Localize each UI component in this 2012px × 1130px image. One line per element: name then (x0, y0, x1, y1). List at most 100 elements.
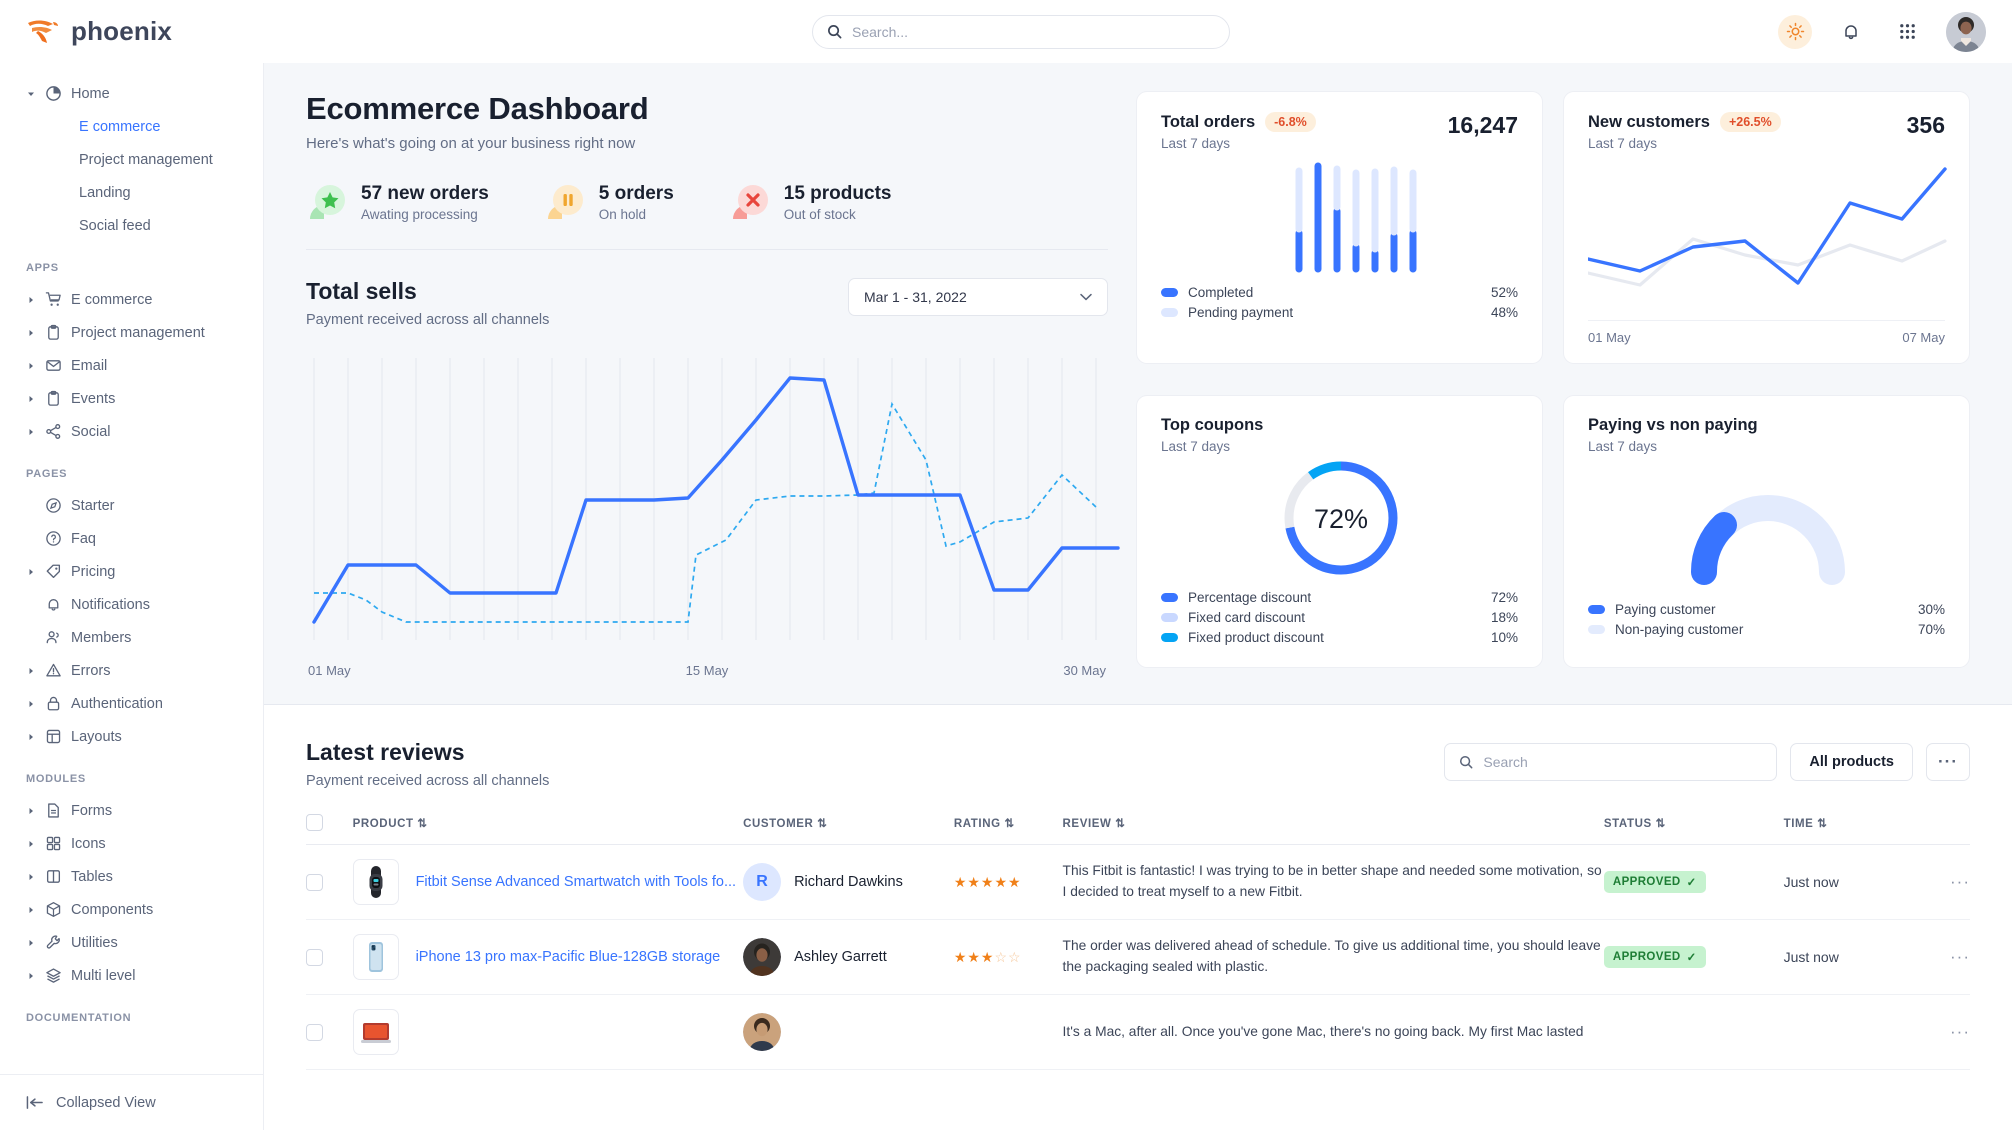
theme-toggle-button[interactable] (1778, 15, 1812, 49)
sidebar-subitem-ecommerce[interactable]: E commerce (0, 110, 263, 143)
row-checkbox[interactable] (306, 874, 323, 891)
axis-label-left: 01 May (1588, 330, 1631, 345)
sidebar-item-starter[interactable]: Starter (0, 489, 263, 522)
rating-stars: ★★★★★ (954, 874, 1022, 890)
grid-apps-icon (1898, 22, 1917, 41)
chevron-right-icon (26, 872, 35, 881)
column-header-customer-label: CUSTOMER (743, 818, 813, 830)
sidebar-group-documentation: DOCUMENTATION (0, 1012, 263, 1033)
sidebar-subitem-social-feed[interactable]: Social feed (0, 209, 263, 242)
sidebar-item-events[interactable]: Events (0, 382, 263, 415)
sidebar-item-notifications[interactable]: Notifications (0, 588, 263, 621)
sidebar-item-e-commerce-label: E commerce (71, 292, 152, 308)
customer-name: Richard Dawkins (794, 874, 903, 890)
column-header-review[interactable]: REVIEW ⇅ (1063, 814, 1604, 845)
select-all-checkbox[interactable] (306, 814, 323, 831)
sidebar-item-authentication[interactable]: Authentication (0, 687, 263, 720)
row-actions-button[interactable]: ··· (1914, 920, 1970, 995)
row-select-cell[interactable] (306, 845, 353, 920)
card-total-orders-title-row: Total orders -6.8% (1161, 112, 1316, 132)
product-link[interactable]: Fitbit Sense Advanced Smartwatch with To… (416, 874, 737, 890)
column-header-status[interactable]: STATUS ⇅ (1604, 814, 1784, 845)
select-all-header[interactable] (306, 814, 353, 845)
row-select-cell[interactable] (306, 920, 353, 995)
card-total-orders-title: Total orders (1161, 113, 1255, 132)
table-row[interactable]: iPhone 13 pro max-Pacific Blue-128GB sto… (306, 920, 1970, 995)
total-sells-chart: 01 May 15 May 30 May (306, 350, 1108, 678)
question-circle-icon (44, 530, 62, 548)
row-customer-cell: Ashley Garrett (743, 920, 954, 995)
collapse-left-icon (26, 1095, 45, 1110)
row-rating-cell: ★★★★★ (954, 845, 1063, 920)
sidebar-item-errors[interactable]: Errors (0, 654, 263, 687)
sidebar-item-multi-level[interactable]: Multi level (0, 959, 263, 992)
top-search-wrap: Search... (264, 15, 1778, 49)
user-avatar[interactable] (1946, 12, 1986, 52)
sidebar-item-components[interactable]: Components (0, 893, 263, 926)
row-status-cell: APPROVED ✓ (1604, 920, 1784, 995)
row-review-cell: The order was delivered ahead of schedul… (1063, 920, 1604, 995)
column-header-status-label: STATUS (1604, 818, 1652, 830)
date-range-value: Mar 1 - 31, 2022 (864, 289, 967, 305)
reviews-more-button[interactable]: ··· (1926, 743, 1970, 781)
brand[interactable]: phoenix (0, 16, 264, 47)
global-search-input[interactable]: Search... (812, 15, 1230, 49)
date-range-select[interactable]: Mar 1 - 31, 2022 (848, 278, 1108, 316)
sidebar-item-home[interactable]: Home (0, 77, 263, 110)
sidebar-item-tables[interactable]: Tables (0, 860, 263, 893)
sidebar-item-project-management[interactable]: Project management (0, 316, 263, 349)
reviews-search-input[interactable]: Search (1444, 743, 1777, 781)
sidebar-item-forms[interactable]: Forms (0, 794, 263, 827)
latest-reviews-subtitle: Payment received across all channels (306, 773, 549, 789)
sidebar-item-social[interactable]: Social (0, 415, 263, 448)
row-checkbox[interactable] (306, 1024, 323, 1041)
column-header-customer[interactable]: CUSTOMER ⇅ (743, 814, 954, 845)
table-row[interactable]: It's a Mac, after all. Once you've gone … (306, 995, 1970, 1070)
notifications-button[interactable] (1834, 15, 1868, 49)
main-content: Ecommerce Dashboard Here's what's going … (264, 63, 2012, 1130)
legend-swatch (1588, 605, 1605, 614)
row-rating-cell (954, 995, 1063, 1070)
stat-out-of-stock-number: 15 products (784, 183, 892, 205)
row-checkbox[interactable] (306, 949, 323, 966)
paying-gauge-chart (1588, 454, 1947, 594)
column-header-rating[interactable]: RATING ⇅ (954, 814, 1063, 845)
reviews-table-header-row: PRODUCT ⇅ CUSTOMER ⇅ RATING ⇅ REVIEW ⇅ S… (306, 814, 1970, 845)
all-products-button[interactable]: All products (1790, 743, 1913, 781)
tag-icon (44, 563, 62, 581)
axis-label-left: 01 May (308, 663, 351, 678)
apps-grid-button[interactable] (1890, 15, 1924, 49)
sidebar-item-pricing[interactable]: Pricing (0, 555, 263, 588)
column-header-product[interactable]: PRODUCT ⇅ (353, 814, 743, 845)
table-row[interactable]: Fitbit Sense Advanced Smartwatch with To… (306, 845, 1970, 920)
row-select-cell[interactable] (306, 995, 353, 1070)
sidebar-group-pages: PAGES (0, 468, 263, 489)
sidebar-item-layouts[interactable]: Layouts (0, 720, 263, 753)
sidebar-item-e-commerce[interactable]: E commerce (0, 283, 263, 316)
sidebar-item-email[interactable]: Email (0, 349, 263, 382)
sidebar-item-members-label: Members (71, 630, 131, 646)
card-new-customers-subtitle: Last 7 days (1588, 136, 1781, 151)
legend-swatch (1161, 633, 1178, 642)
sidebar-item-faq[interactable]: Faq (0, 522, 263, 555)
avatar-image (743, 938, 781, 976)
row-actions-button[interactable]: ··· (1914, 845, 1970, 920)
row-review-cell: This Fitbit is fantastic! I was trying t… (1063, 845, 1604, 920)
column-header-time[interactable]: TIME ⇅ (1784, 814, 1915, 845)
dashboard-left-column: Ecommerce Dashboard Here's what's going … (306, 91, 1108, 678)
sidebar-item-members[interactable]: Members (0, 621, 263, 654)
avatar (743, 938, 781, 976)
collapse-view-button[interactable]: Collapsed View (0, 1074, 263, 1130)
search-icon (1459, 755, 1473, 769)
avatar-initial: R (756, 873, 768, 891)
pause-icon (544, 181, 586, 223)
chevron-right-icon (26, 361, 35, 370)
sidebar-item-utilities[interactable]: Utilities (0, 926, 263, 959)
sidebar-subitem-project-management[interactable]: Project management (0, 143, 263, 176)
sidebar-item-icons[interactable]: Icons (0, 827, 263, 860)
row-actions-button[interactable]: ··· (1914, 995, 1970, 1070)
sidebar-subitem-landing[interactable]: Landing (0, 176, 263, 209)
product-link[interactable]: iPhone 13 pro max-Pacific Blue-128GB sto… (416, 949, 721, 965)
chevron-right-icon (26, 567, 35, 576)
total-sells-subtitle: Payment received across all channels (306, 312, 549, 328)
